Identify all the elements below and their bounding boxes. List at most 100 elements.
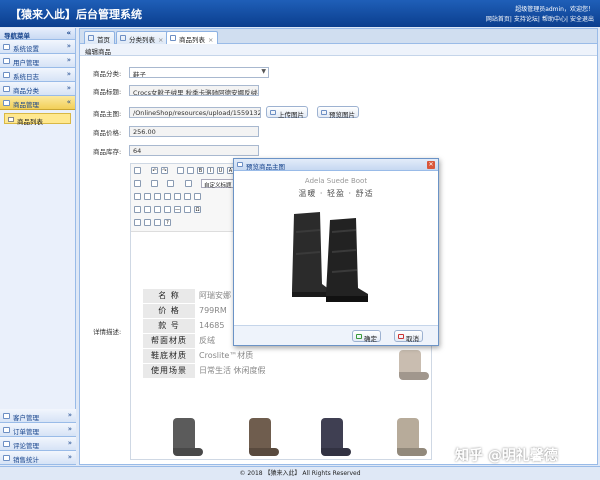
boots-illustration [292, 212, 368, 302]
heading-dropdown[interactable]: 自定义标题 [201, 179, 235, 189]
image-path-input[interactable]: /OnlineShop/resources/upload/15591328981… [129, 107, 261, 118]
chart-icon [3, 455, 10, 461]
copy-icon[interactable] [187, 167, 194, 174]
cancel-button[interactable]: 取消 [394, 330, 423, 343]
image-icon [237, 162, 243, 167]
app-header: 【猿来入此】后台管理系统 超级管理员admin，欢迎您！ 网站首页| 支持论坛| 帮… [0, 0, 600, 27]
price-input[interactable]: 256.00 [129, 126, 259, 137]
video-icon[interactable] [144, 206, 151, 213]
date-icon[interactable] [184, 206, 191, 213]
indent-icon[interactable] [151, 180, 158, 187]
link-logout[interactable]: 安全退出 [570, 16, 594, 23]
help-icon[interactable]: ? [164, 219, 171, 226]
tab-product-list[interactable]: 商品列表 × [166, 31, 219, 44]
welcome-text: 超级管理员admin，欢迎您！ [515, 6, 594, 13]
sidebar-item-comment-management[interactable]: 评论管理» [0, 437, 76, 451]
users-icon [3, 58, 10, 64]
category-label: 商品分类: [93, 70, 122, 78]
home-icon [88, 35, 94, 41]
link-forum[interactable]: 支持论坛 [514, 16, 538, 23]
boot-image [321, 418, 343, 456]
chevron-down-icon: » [67, 411, 72, 419]
align-left-icon[interactable] [134, 180, 141, 187]
preview-icon[interactable] [144, 219, 151, 226]
preview-image-button[interactable]: 预览图片 [317, 106, 359, 119]
attachment-icon[interactable] [154, 206, 161, 213]
map-icon[interactable] [194, 193, 201, 200]
chevron-down-icon: » [66, 84, 71, 92]
dialog-title: 预览商品主图 [246, 163, 285, 171]
bold-icon[interactable]: B [197, 167, 204, 174]
ordered-list-icon[interactable] [167, 180, 174, 187]
sidebar-item-system-settings[interactable]: 系统设置» [0, 40, 75, 54]
sidebar-item-system-log[interactable]: 系统日志» [0, 68, 75, 82]
boot-image [173, 418, 195, 456]
image-label: 商品主图: [93, 110, 122, 118]
preview-image-dialog: 预览商品主图 ✕ Adela Suede Boot 温暖 · 轻盈 · 舒适 确… [233, 158, 439, 346]
upload-image-button[interactable]: 上传图片 [266, 106, 308, 119]
sidebar-item-user-management[interactable]: 用户管理» [0, 54, 75, 68]
category-row: 商品分类: 鞋子 ▼ [93, 67, 333, 78]
emotion-icon[interactable] [184, 193, 191, 200]
sidebar-item-sales-statistics[interactable]: 销售统计» [0, 451, 76, 465]
cancel-icon [398, 334, 404, 339]
special-char-icon[interactable]: Ω [194, 206, 201, 213]
price-row: 商品价格: 256.00 [93, 126, 343, 137]
code-icon[interactable] [164, 206, 171, 213]
sidebar-item-product-management[interactable]: 商品管理 « [0, 96, 75, 110]
title-row: 商品标题: Crocs女靴子绒里 秋季卡骆驰阿德安娜反绒平底中筒靴 [93, 85, 343, 96]
product-image: Adela Suede Boot 温暖 · 轻盈 · 舒适 [234, 172, 438, 324]
list-icon[interactable] [185, 180, 192, 187]
insert-image-icon[interactable] [134, 206, 141, 213]
category-select[interactable]: 鞋子 ▼ [129, 67, 269, 78]
anchor-icon[interactable] [174, 193, 181, 200]
italic-icon[interactable]: I [207, 167, 214, 174]
stock-input[interactable]: 64 [129, 145, 259, 156]
boot-image [249, 418, 271, 456]
customer-icon [3, 413, 10, 419]
sidebar-item-customer-management[interactable]: 客户管理» [0, 409, 76, 423]
sidebar-title: 导航菜单 « [0, 28, 75, 40]
search-icon[interactable] [154, 219, 161, 226]
ok-button[interactable]: 确定 [352, 330, 381, 343]
table-icon[interactable] [134, 193, 141, 200]
source-icon[interactable] [134, 167, 141, 174]
close-icon[interactable]: ✕ [427, 161, 435, 169]
close-icon[interactable]: × [208, 36, 213, 44]
underline-icon[interactable]: U [217, 167, 224, 174]
order-icon [3, 427, 10, 433]
hr-icon[interactable]: — [174, 206, 181, 213]
list-icon [8, 117, 14, 122]
sidebar-bottom-sections: 客户管理» 订单管理» 评论管理» 销售统计» [0, 409, 76, 465]
redo-icon[interactable]: ↷ [161, 167, 168, 174]
chevron-down-icon: » [67, 453, 72, 461]
detail-row: 详情描述: [93, 325, 133, 336]
sidebar-item-product-category[interactable]: 商品分类» [0, 82, 75, 96]
sidebar-item-product-list[interactable]: 商品列表 [4, 113, 71, 126]
tab-home[interactable]: 首页 [84, 31, 115, 44]
check-icon [356, 334, 362, 339]
upload-icon [270, 110, 276, 115]
comment-icon [3, 441, 10, 447]
link-home[interactable]: 网站首页 [486, 16, 510, 23]
cut-icon[interactable] [177, 167, 184, 174]
close-icon[interactable]: × [158, 36, 163, 44]
sidebar-item-order-management[interactable]: 订单管理» [0, 423, 76, 437]
tab-category-list[interactable]: 分类列表 × [116, 31, 169, 44]
stock-label: 商品库存: [93, 148, 122, 156]
unlink-icon[interactable] [164, 193, 171, 200]
link-icon[interactable] [154, 193, 161, 200]
link-help[interactable]: 帮助中心 [542, 16, 566, 23]
title-input[interactable]: Crocs女靴子绒里 秋季卡骆驰阿德安娜反绒平底中筒靴 [129, 85, 259, 96]
image-icon[interactable] [144, 193, 151, 200]
watermark: 知乎 @明礼馨德 [455, 448, 558, 464]
undo-icon[interactable]: ↶ [151, 167, 158, 174]
product-icon [3, 100, 10, 106]
chevron-down-icon: » [66, 70, 71, 78]
collapse-icon[interactable]: « [66, 29, 71, 37]
chevron-down-icon: » [67, 439, 72, 447]
chevron-down-icon: » [66, 42, 71, 50]
title-label: 商品标题: [93, 88, 122, 96]
boot-image [399, 350, 421, 380]
print-icon[interactable] [134, 219, 141, 226]
